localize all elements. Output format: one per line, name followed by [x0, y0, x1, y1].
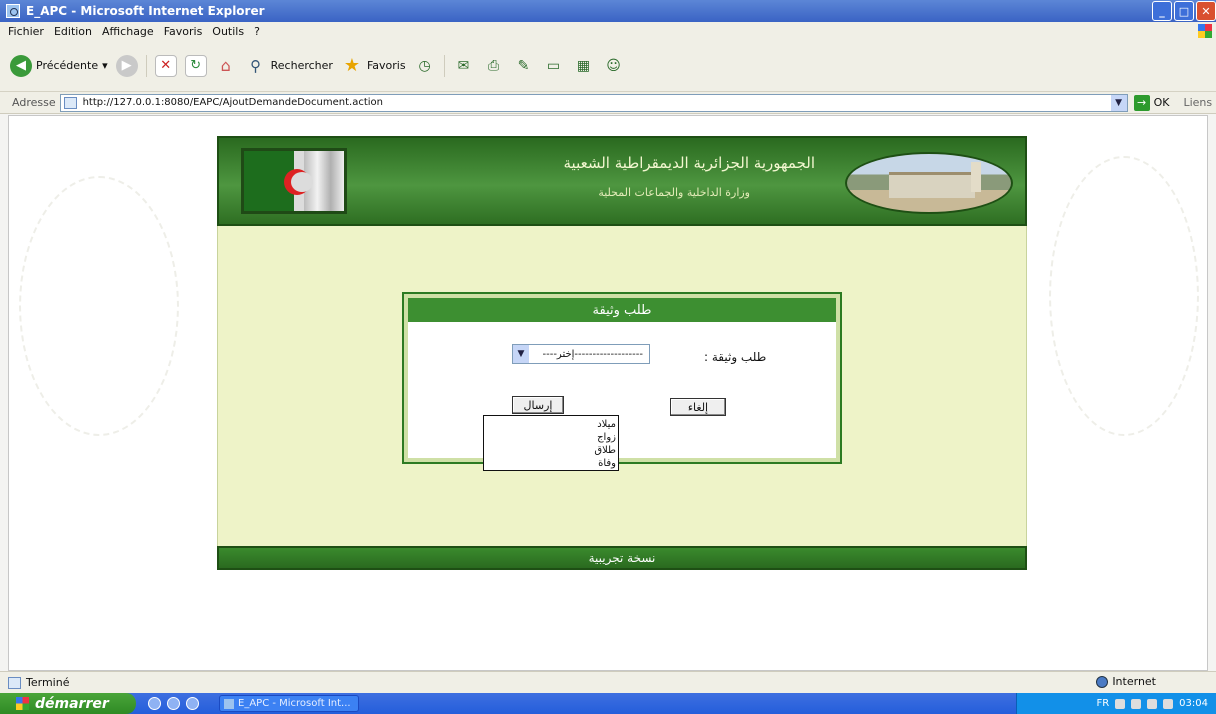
- go-arrow-icon: →: [1133, 94, 1150, 111]
- minimize-button[interactable]: _: [1152, 1, 1172, 21]
- start-button[interactable]: démarrer: [0, 693, 136, 714]
- discuss-button[interactable]: ▭: [543, 55, 565, 77]
- status-bar: Terminé Internet: [0, 671, 1216, 693]
- tray-icon[interactable]: [1131, 698, 1142, 709]
- links-button[interactable]: Liens: [1183, 96, 1212, 109]
- star-icon: ★: [343, 55, 360, 76]
- messenger-button[interactable]: ☺: [603, 55, 625, 77]
- windows-logo-icon: [1198, 24, 1212, 38]
- banner-title: الجمهورية الجزائرية الديمقراطية الشعبية: [563, 154, 816, 172]
- address-input[interactable]: http://127.0.0.1:8080/EAPC/AjoutDemandeD…: [59, 93, 1128, 112]
- maximize-button[interactable]: □: [1174, 1, 1194, 21]
- print-button[interactable]: ⎙: [483, 55, 505, 77]
- language-indicator[interactable]: FR: [1096, 698, 1109, 709]
- cancel-button[interactable]: إلغاء: [670, 398, 726, 416]
- send-button[interactable]: إرسال: [512, 396, 564, 414]
- task-label: E_APC - Microsoft Int...: [238, 698, 351, 709]
- menu-favoris[interactable]: Favoris: [164, 25, 203, 38]
- security-zone: Internet: [1096, 675, 1156, 688]
- status-text: Terminé: [26, 676, 70, 689]
- document-request-form: طلب وثيقة طلب وثيقة : ▼ ----------------…: [402, 292, 842, 471]
- home-button[interactable]: ⌂: [215, 55, 237, 77]
- globe-icon: [1096, 675, 1109, 688]
- document-type-select[interactable]: ▼ -------------------إختر---- ميلاد زواج…: [483, 344, 650, 471]
- banner-subtitle: وزارة الداخلية والجماعات المحلية: [598, 186, 750, 199]
- mail-button[interactable]: ✉: [453, 55, 475, 77]
- tray-icon[interactable]: [1147, 698, 1158, 709]
- window-controls: _ □ ✕: [1152, 1, 1216, 21]
- window-title: E_APC - Microsoft Internet Explorer: [26, 4, 265, 18]
- site-frame: الجمهورية الجزائرية الديمقراطية الشعبية …: [217, 136, 1027, 574]
- back-button[interactable]: ◀ Précédente ▾: [10, 54, 108, 77]
- address-label: Adresse: [12, 96, 56, 109]
- refresh-button[interactable]: ↻: [184, 54, 207, 77]
- taskbar: démarrer E_APC - Microsoft Int... FR 03:…: [0, 693, 1216, 714]
- building-photo: [845, 152, 1013, 214]
- ie-icon: [224, 698, 234, 709]
- option-death[interactable]: وفاة: [486, 457, 616, 470]
- menu-help[interactable]: ?: [254, 25, 260, 38]
- address-dropdown-icon[interactable]: ▼: [1110, 94, 1127, 111]
- menu-edition[interactable]: Edition: [54, 25, 92, 38]
- background-decoration: [19, 176, 179, 436]
- windows-flag-icon: [16, 697, 29, 710]
- quicklaunch-icon[interactable]: [167, 697, 180, 710]
- favorites-button[interactable]: ★ Favoris: [341, 55, 406, 77]
- clock: 03:04: [1179, 698, 1208, 709]
- back-dropdown-icon[interactable]: ▾: [102, 59, 108, 72]
- chevron-down-icon[interactable]: ▼: [513, 345, 529, 363]
- ie-icon: [6, 4, 20, 18]
- menu-outils[interactable]: Outils: [212, 25, 244, 38]
- background-decoration: [1049, 156, 1199, 436]
- document-type-options: ميلاد زواج طلاق وفاة: [483, 415, 619, 471]
- page-done-icon: [8, 676, 21, 689]
- form-heading: طلب وثيقة: [408, 298, 836, 322]
- address-bar: Adresse http://127.0.0.1:8080/EAPC/Ajout…: [0, 92, 1216, 114]
- standard-toolbar: ◀ Précédente ▾ ▶ ✕ ↻ ⌂ ⚲ Rechercher ★ Fa…: [0, 40, 1216, 92]
- menu-bar: Fichier Edition Affichage Favoris Outils…: [0, 22, 1216, 40]
- close-button[interactable]: ✕: [1196, 1, 1216, 21]
- option-birth[interactable]: ميلاد: [486, 418, 616, 431]
- start-label: démarrer: [35, 695, 109, 712]
- window-title-bar[interactable]: E_APC - Microsoft Internet Explorer _ □ …: [0, 0, 1216, 22]
- edit-button[interactable]: ✎: [513, 55, 535, 77]
- go-button[interactable]: → OK: [1133, 94, 1170, 111]
- stop-button[interactable]: ✕: [154, 54, 177, 77]
- site-banner: الجمهورية الجزائرية الديمقراطية الشعبية …: [217, 136, 1027, 226]
- go-label: OK: [1153, 96, 1170, 109]
- favorites-label: Favoris: [366, 59, 406, 72]
- quick-launch: [148, 697, 199, 710]
- research-button[interactable]: ▦: [573, 55, 595, 77]
- page-viewport[interactable]: الجمهورية الجزائرية الديمقراطية الشعبية …: [8, 115, 1208, 671]
- document-type-label: طلب وثيقة :: [704, 350, 767, 364]
- forward-button[interactable]: ▶: [115, 54, 138, 77]
- tray-icon[interactable]: [1163, 698, 1174, 709]
- quicklaunch-icon[interactable]: [148, 697, 161, 710]
- menu-fichier[interactable]: Fichier: [8, 25, 44, 38]
- algerian-flag-image: [241, 148, 347, 214]
- page-icon: [63, 96, 77, 109]
- site-footer: نسخة تجريبية: [217, 546, 1027, 570]
- quicklaunch-icon[interactable]: [186, 697, 199, 710]
- taskbar-ie-window[interactable]: E_APC - Microsoft Int...: [219, 695, 359, 712]
- toolbar-separator: [145, 54, 147, 77]
- zone-label: Internet: [1112, 675, 1156, 688]
- back-arrow-icon: ◀: [10, 54, 32, 77]
- address-url: http://127.0.0.1:8080/EAPC/AjoutDemandeD…: [82, 97, 383, 108]
- tray-icon[interactable]: [1115, 698, 1126, 709]
- option-marriage[interactable]: زواج: [486, 431, 616, 444]
- search-button[interactable]: ⚲ Rechercher: [245, 55, 333, 77]
- history-button[interactable]: ◷: [414, 55, 436, 77]
- search-label: Rechercher: [270, 59, 333, 72]
- search-icon: ⚲: [250, 56, 262, 75]
- option-divorce[interactable]: طلاق: [486, 444, 616, 457]
- back-label: Précédente: [36, 59, 99, 72]
- system-tray: FR 03:04: [1016, 693, 1216, 714]
- select-value: -------------------إختر----: [542, 348, 644, 360]
- menu-affichage[interactable]: Affichage: [102, 25, 154, 38]
- content-area: طلب وثيقة طلب وثيقة : ▼ ----------------…: [217, 226, 1027, 546]
- toolbar-separator: [443, 54, 445, 77]
